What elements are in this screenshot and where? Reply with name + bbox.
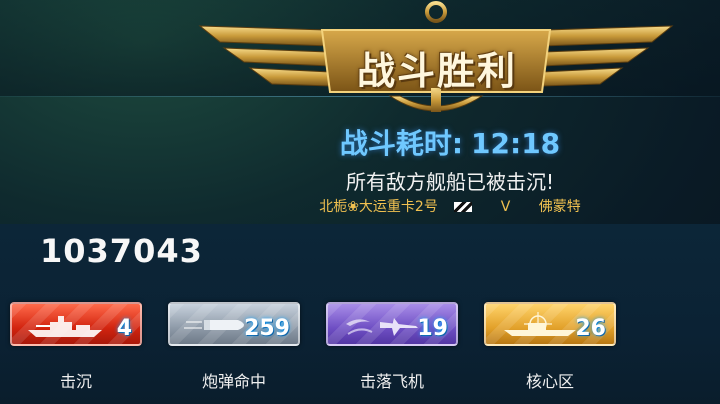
stat-value: 259 (244, 316, 290, 341)
stat-card-aircraft-downed: 19 (326, 302, 458, 346)
duration-label: 战斗耗时: (339, 127, 464, 160)
crosshair-ship-icon (504, 312, 576, 336)
stat-label: 炮弹命中 (201, 372, 266, 391)
stat-card-citadel: 26 (484, 302, 616, 346)
vs-label: V (500, 199, 511, 215)
stat-label: 击沉 (59, 372, 92, 391)
stat-value: 4 (116, 316, 132, 341)
anchor-ring-icon (425, 1, 447, 23)
warship-icon (28, 316, 102, 337)
left-wing-icon (198, 25, 331, 87)
stat-label: 击落飞机 (359, 372, 424, 391)
flag-icon (454, 202, 473, 212)
stat-card-shell-hits: 259 (168, 302, 300, 346)
duration-value: 12:18 (471, 127, 561, 160)
stat-value: 26 (575, 316, 606, 341)
page-title: 战斗胜利 (356, 49, 517, 93)
result-message: 所有敌方舰船已被击沉! (345, 170, 555, 194)
battle-duration: 战斗耗时: 12:18 (300, 122, 600, 162)
aircraft-icon (346, 318, 418, 336)
stat-value: 19 (417, 316, 448, 341)
stat-label: 核心区 (525, 372, 574, 391)
matchup-line: 北栀❀大运重卡2号 V 佛蒙特 (240, 196, 660, 216)
enemy-name: 佛蒙特 (538, 199, 581, 215)
stat-card-sinks: 4 (10, 302, 142, 346)
player-ship-name: 北栀❀大运重卡2号 (319, 199, 438, 215)
right-wing-icon (541, 25, 674, 87)
score-value: 1037043 (40, 232, 203, 270)
